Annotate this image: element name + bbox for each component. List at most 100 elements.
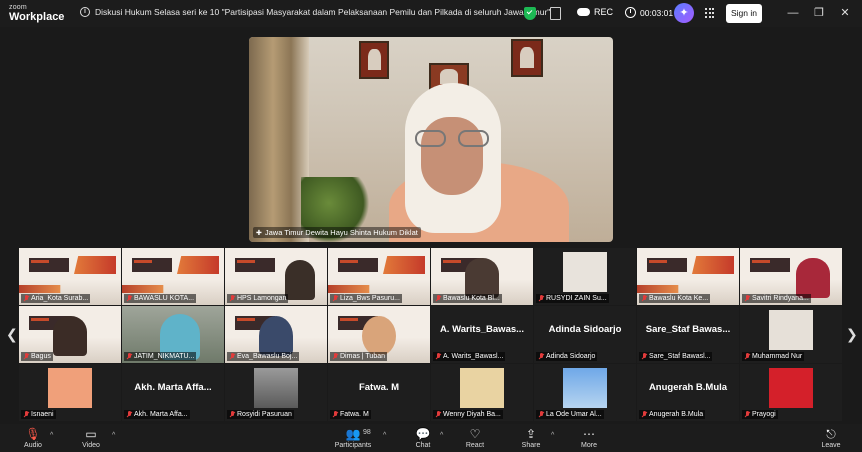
participant-name: Bawaslu Kota Bl... xyxy=(433,294,502,303)
muted-mic-icon xyxy=(126,353,132,360)
muted-mic-icon xyxy=(23,411,29,418)
restore-icon[interactable]: ❐ xyxy=(812,6,826,20)
participant-tile[interactable]: Dimas | Tuban xyxy=(328,306,430,363)
participant-photo xyxy=(563,252,607,292)
share-options-caret-icon[interactable]: ^ xyxy=(551,432,554,439)
participant-name: Wenny Diyah Ba... xyxy=(433,410,503,419)
participant-tile[interactable]: JATIM_NIKMATU... xyxy=(122,306,224,363)
share-screen-icon: ⇪ xyxy=(525,427,537,441)
rec-label: REC xyxy=(594,7,614,17)
muted-mic-icon xyxy=(332,295,338,302)
muted-mic-icon xyxy=(435,295,441,302)
participant-big-name: Adinda Sidoarjo xyxy=(548,324,622,335)
participant-tile[interactable]: BAWASLU KOTA... xyxy=(122,248,224,305)
muted-mic-icon xyxy=(332,353,338,360)
app-brand: zoom Workplace xyxy=(9,4,64,23)
speaker-glasses xyxy=(415,130,489,148)
speaker-face xyxy=(421,117,483,195)
participant-tile[interactable]: Adinda Sidoarjo Adinda Sidoarjo xyxy=(534,306,636,363)
recording-indicator[interactable]: REC xyxy=(577,7,613,17)
participants-options-caret-icon[interactable]: ^ xyxy=(383,432,386,439)
participant-photo xyxy=(53,316,87,356)
more-button[interactable]: ⋯ More xyxy=(576,427,602,449)
participant-photo xyxy=(769,310,813,350)
participant-tile[interactable]: Bagus xyxy=(19,306,121,363)
speaker-name-label: ✚ Jawa Timur Dewita Hayu Shinta Hukum Di… xyxy=(253,227,421,238)
share-button[interactable]: ⇪ Share xyxy=(518,427,544,449)
chat-button[interactable]: 💬 Chat xyxy=(410,427,436,449)
leave-icon: ⎋ xyxy=(826,427,836,441)
participant-tile[interactable]: La Ode Umar Al... xyxy=(534,364,636,421)
sign-in-button[interactable]: Sign in xyxy=(726,4,762,23)
participant-tile[interactable]: Bawaslu Kota Bl... xyxy=(431,248,533,305)
muted-mic-icon xyxy=(641,295,647,302)
notes-icon[interactable] xyxy=(550,7,561,20)
chat-icon: 💬 xyxy=(415,427,431,441)
curtain xyxy=(249,37,309,242)
participant-tile[interactable]: Akh. Marta Affa... Akh. Marta Affa... xyxy=(122,364,224,421)
participant-name: RUSYDI ZAIN Su... xyxy=(536,294,609,303)
ai-companion-icon[interactable]: ✦ xyxy=(674,3,694,23)
participant-name: Muhammad Nur xyxy=(742,352,805,361)
participant-tile[interactable]: Eva_Bawaslu Boj... xyxy=(225,306,327,363)
participant-tile[interactable]: Fatwa. M Fatwa. M xyxy=(328,364,430,421)
minimize-icon[interactable]: — xyxy=(786,6,800,20)
participant-tile[interactable]: Rosyidi Pasuruan xyxy=(225,364,327,421)
participant-tile[interactable]: Bawaslu Kota Ke... xyxy=(637,248,739,305)
participant-name: Prayogi xyxy=(742,410,778,419)
participant-gallery: Aria_Kota Surab... BAWASLU KOTA... HPS L… xyxy=(19,248,843,421)
title-bar: zoom Workplace i Diskusi Hukum Selasa se… xyxy=(0,0,862,27)
video-camera-icon: ▭ xyxy=(85,427,97,441)
participant-tile[interactable]: Isnaeni xyxy=(19,364,121,421)
active-speaker-video[interactable]: ✚ Jawa Timur Dewita Hayu Shinta Hukum Di… xyxy=(249,37,613,242)
leave-button[interactable]: ⎋ Leave xyxy=(818,427,844,449)
security-shield-icon[interactable] xyxy=(524,7,536,20)
participant-name: HPS Lamongan xyxy=(227,294,289,303)
participant-name: La Ode Umar Al... xyxy=(536,410,604,419)
muted-mic-icon xyxy=(126,411,132,418)
participant-photo xyxy=(285,260,315,300)
participant-tile[interactable]: Aria_Kota Surab... xyxy=(19,248,121,305)
info-icon[interactable]: i xyxy=(80,7,90,17)
react-button[interactable]: ♡ React xyxy=(462,427,488,449)
apps-grid-icon[interactable] xyxy=(705,8,715,18)
participant-name: A. Warits_Bawasl... xyxy=(433,352,506,361)
muted-mic-icon xyxy=(538,411,544,418)
participant-tile[interactable]: HPS Lamongan xyxy=(225,248,327,305)
heart-icon: ♡ xyxy=(469,427,481,441)
participant-photo xyxy=(460,368,504,408)
gallery-prev-icon[interactable]: ❮ xyxy=(6,326,18,343)
participant-tile[interactable]: Muhammad Nur xyxy=(740,306,842,363)
muted-mic-icon xyxy=(229,411,235,418)
participant-big-name: Sare_Staf Bawas... xyxy=(645,324,731,335)
clock-icon xyxy=(625,7,636,18)
brand-small: zoom xyxy=(9,4,27,11)
muted-mic-icon xyxy=(229,353,235,360)
muted-mic-icon xyxy=(744,353,750,360)
audio-button[interactable]: 🎙 Audio xyxy=(20,427,46,449)
close-icon[interactable]: ✕ xyxy=(838,6,852,20)
muted-mic-icon xyxy=(538,353,544,360)
participant-name: BAWASLU KOTA... xyxy=(124,294,197,303)
video-button[interactable]: ▭ Video xyxy=(78,427,104,449)
participant-tile[interactable]: Anugerah B.Mula Anugerah B.Mula xyxy=(637,364,739,421)
participant-tile[interactable]: RUSYDI ZAIN Su... xyxy=(534,248,636,305)
participant-photo xyxy=(769,368,813,408)
participant-tile[interactable]: Prayogi xyxy=(740,364,842,421)
participant-photo xyxy=(796,258,830,298)
meeting-title[interactable]: i Diskusi Hukum Selasa seri ke 10 "Parti… xyxy=(80,7,550,17)
timer-text: 00:03:01 xyxy=(640,7,674,18)
gallery-next-icon[interactable]: ❯ xyxy=(846,326,858,343)
brand-big: Workplace xyxy=(9,11,65,23)
participant-tile[interactable]: Savitri Rindyana... xyxy=(740,248,842,305)
audio-options-caret-icon[interactable]: ^ xyxy=(50,432,53,439)
speaker-name: Jawa Timur Dewita Hayu Shinta Hukum Dikl… xyxy=(264,228,418,237)
participant-tile[interactable]: A. Warits_Bawas... A. Warits_Bawasl... xyxy=(431,306,533,363)
video-options-caret-icon[interactable]: ^ xyxy=(112,432,115,439)
meeting-toolbar: 🎙 Audio ^ ▭ Video ^ 👥 Participants 98 ^ … xyxy=(0,424,862,452)
chat-options-caret-icon[interactable]: ^ xyxy=(440,432,443,439)
participant-big-name: Akh. Marta Affa... xyxy=(134,382,212,393)
participant-tile[interactable]: Wenny Diyah Ba... xyxy=(431,364,533,421)
participant-tile[interactable]: Liza_Bws Pasuru... xyxy=(328,248,430,305)
participant-tile[interactable]: Sare_Staf Bawas... Sare_Staf Bawasl... xyxy=(637,306,739,363)
